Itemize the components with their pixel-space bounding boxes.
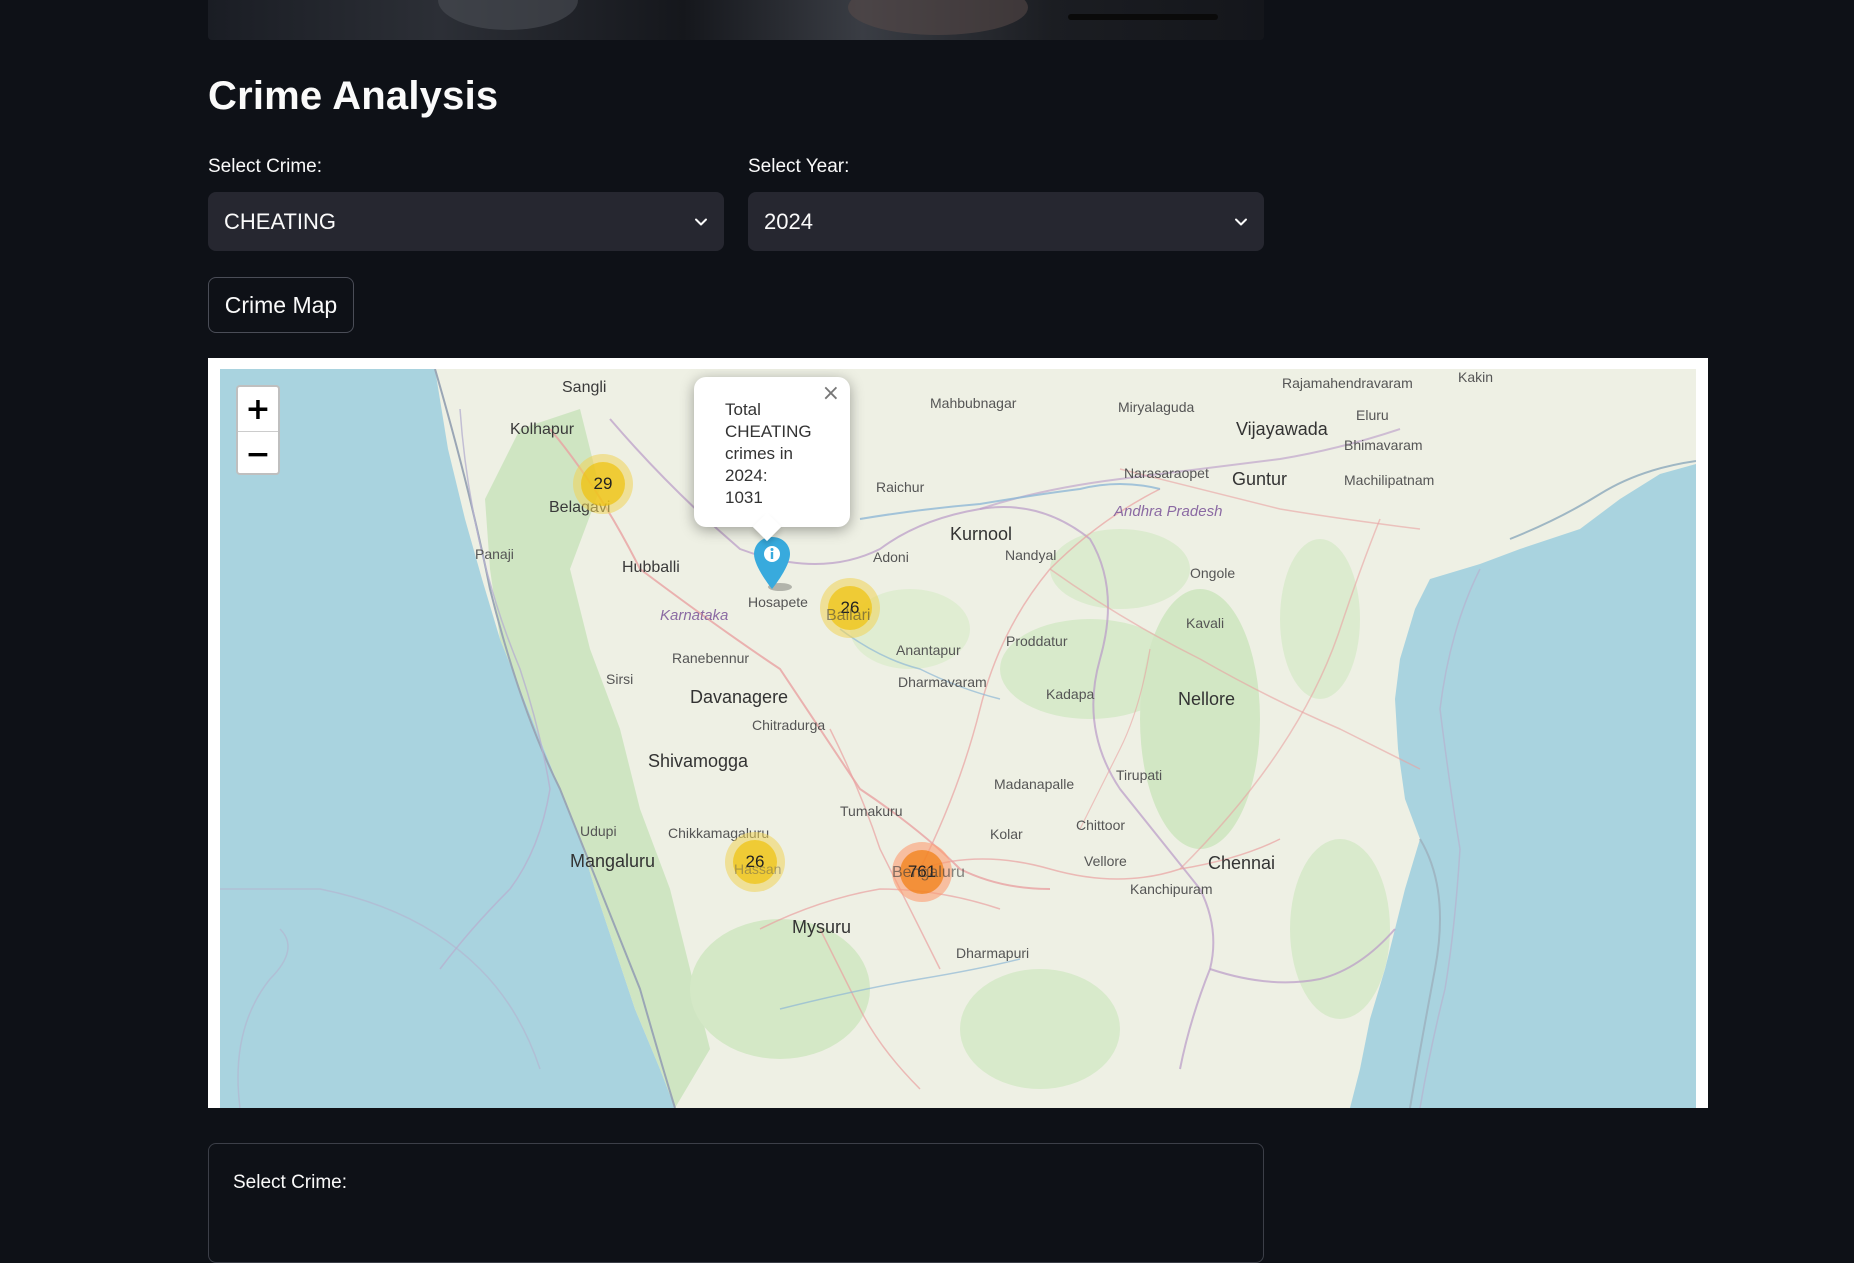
map-base-layer <box>220 369 1696 1108</box>
place-label: Kanchipuram <box>1130 881 1213 897</box>
place-label: Nandyal <box>1005 547 1057 563</box>
page-title: Crime Analysis <box>208 74 499 118</box>
crime-select-label: Select Crime: <box>208 156 323 177</box>
place-label: Bengaluru <box>892 864 965 881</box>
chevron-down-icon <box>1235 218 1247 225</box>
crime-map[interactable]: Sangli Kolhapur Belagavi Panaji Hubballi… <box>220 369 1696 1108</box>
map-cluster-marker[interactable]: 29 <box>573 454 633 514</box>
place-label: Raichur <box>876 479 925 495</box>
place-label: Kurnool <box>950 524 1013 544</box>
crime-select-label: Select Crime: <box>233 1172 348 1193</box>
year-select-label: Select Year: <box>748 156 850 177</box>
popup-text: Total <box>725 400 761 419</box>
place-label: Kavali <box>1186 615 1225 631</box>
crime-select[interactable]: CHEATING <box>208 192 724 251</box>
place-label: Nellore <box>1178 689 1236 709</box>
place-label: Rajamahendravaram <box>1282 375 1413 391</box>
place-label: Anantapur <box>896 642 961 658</box>
place-label: Chitradurga <box>752 717 826 733</box>
place-label: Panaji <box>475 546 514 562</box>
place-label: Udupi <box>580 823 617 839</box>
place-label: Hubballi <box>622 559 680 576</box>
place-label: Proddatur <box>1006 633 1068 649</box>
popup-text: CHEATING <box>725 422 812 441</box>
place-label: Ongole <box>1190 565 1236 581</box>
place-label: Dharmapuri <box>956 945 1030 961</box>
place-label: Shivamogga <box>648 751 749 771</box>
popup-value: 1031 <box>725 488 763 507</box>
place-label: Vijayawada <box>1236 419 1328 439</box>
place-label: Karnataka <box>660 607 729 624</box>
place-label: Mysuru <box>792 917 852 937</box>
map-frame: Sangli Kolhapur Belagavi Panaji Hubballi… <box>208 358 1708 1108</box>
place-label: Chennai <box>1208 853 1276 873</box>
place-label: Mahbubnagar <box>930 395 1017 411</box>
place-label: Sirsi <box>606 671 634 687</box>
place-label: Bhimavaram <box>1344 437 1423 453</box>
popup-text: 2024: <box>725 466 768 485</box>
place-label: Dharmavaram <box>898 674 987 690</box>
place-label: Adoni <box>873 549 909 565</box>
year-select[interactable]: 2024 <box>748 192 1264 251</box>
place-label: Tumakuru <box>840 803 903 819</box>
place-label: Chittoor <box>1076 817 1126 833</box>
place-label: Tirupati <box>1116 767 1163 783</box>
place-label: Vellore <box>1084 853 1127 869</box>
place-label: Ballari <box>826 607 871 624</box>
place-label: Kolhapur <box>510 421 575 438</box>
place-label: Miryalaguda <box>1118 399 1195 415</box>
place-label: Ranebennur <box>672 650 750 666</box>
zoom-in-button[interactable]: + <box>238 387 278 432</box>
place-label: Davanagere <box>690 687 789 707</box>
place-label: Sangli <box>562 379 607 396</box>
chevron-down-icon <box>695 218 707 225</box>
place-label: Mangaluru <box>570 851 656 871</box>
place-label: Madanapalle <box>994 776 1075 792</box>
place-label: Machilipatnam <box>1344 472 1435 488</box>
crime-map-button[interactable]: Crime Map <box>208 277 354 333</box>
zoom-out-button[interactable]: − <box>238 432 278 476</box>
info-pin-icon[interactable] <box>750 535 794 593</box>
header-banner-image <box>208 0 1264 40</box>
map-popup: × Total CHEATING crimes in 2024: 1031 <box>694 377 850 542</box>
place-label: Narasaraopet <box>1124 465 1209 481</box>
place-label: Hosapete <box>748 594 808 610</box>
place-label: Andhra Pradesh <box>1114 503 1223 520</box>
place-label: Hassan <box>734 861 782 877</box>
place-label: Kadapa <box>1046 686 1095 702</box>
place-label: Eluru <box>1356 407 1389 423</box>
zoom-control: + − <box>236 385 280 475</box>
lower-filter-panel: Select Crime: <box>208 1143 1264 1263</box>
place-label: Kolar <box>990 826 1023 842</box>
place-label: Guntur <box>1232 469 1288 489</box>
crime-select-value: CHEATING <box>224 208 337 234</box>
place-label: Kakin <box>1458 369 1494 385</box>
popup-text: crimes in <box>725 444 794 463</box>
year-select-value: 2024 <box>764 208 813 234</box>
